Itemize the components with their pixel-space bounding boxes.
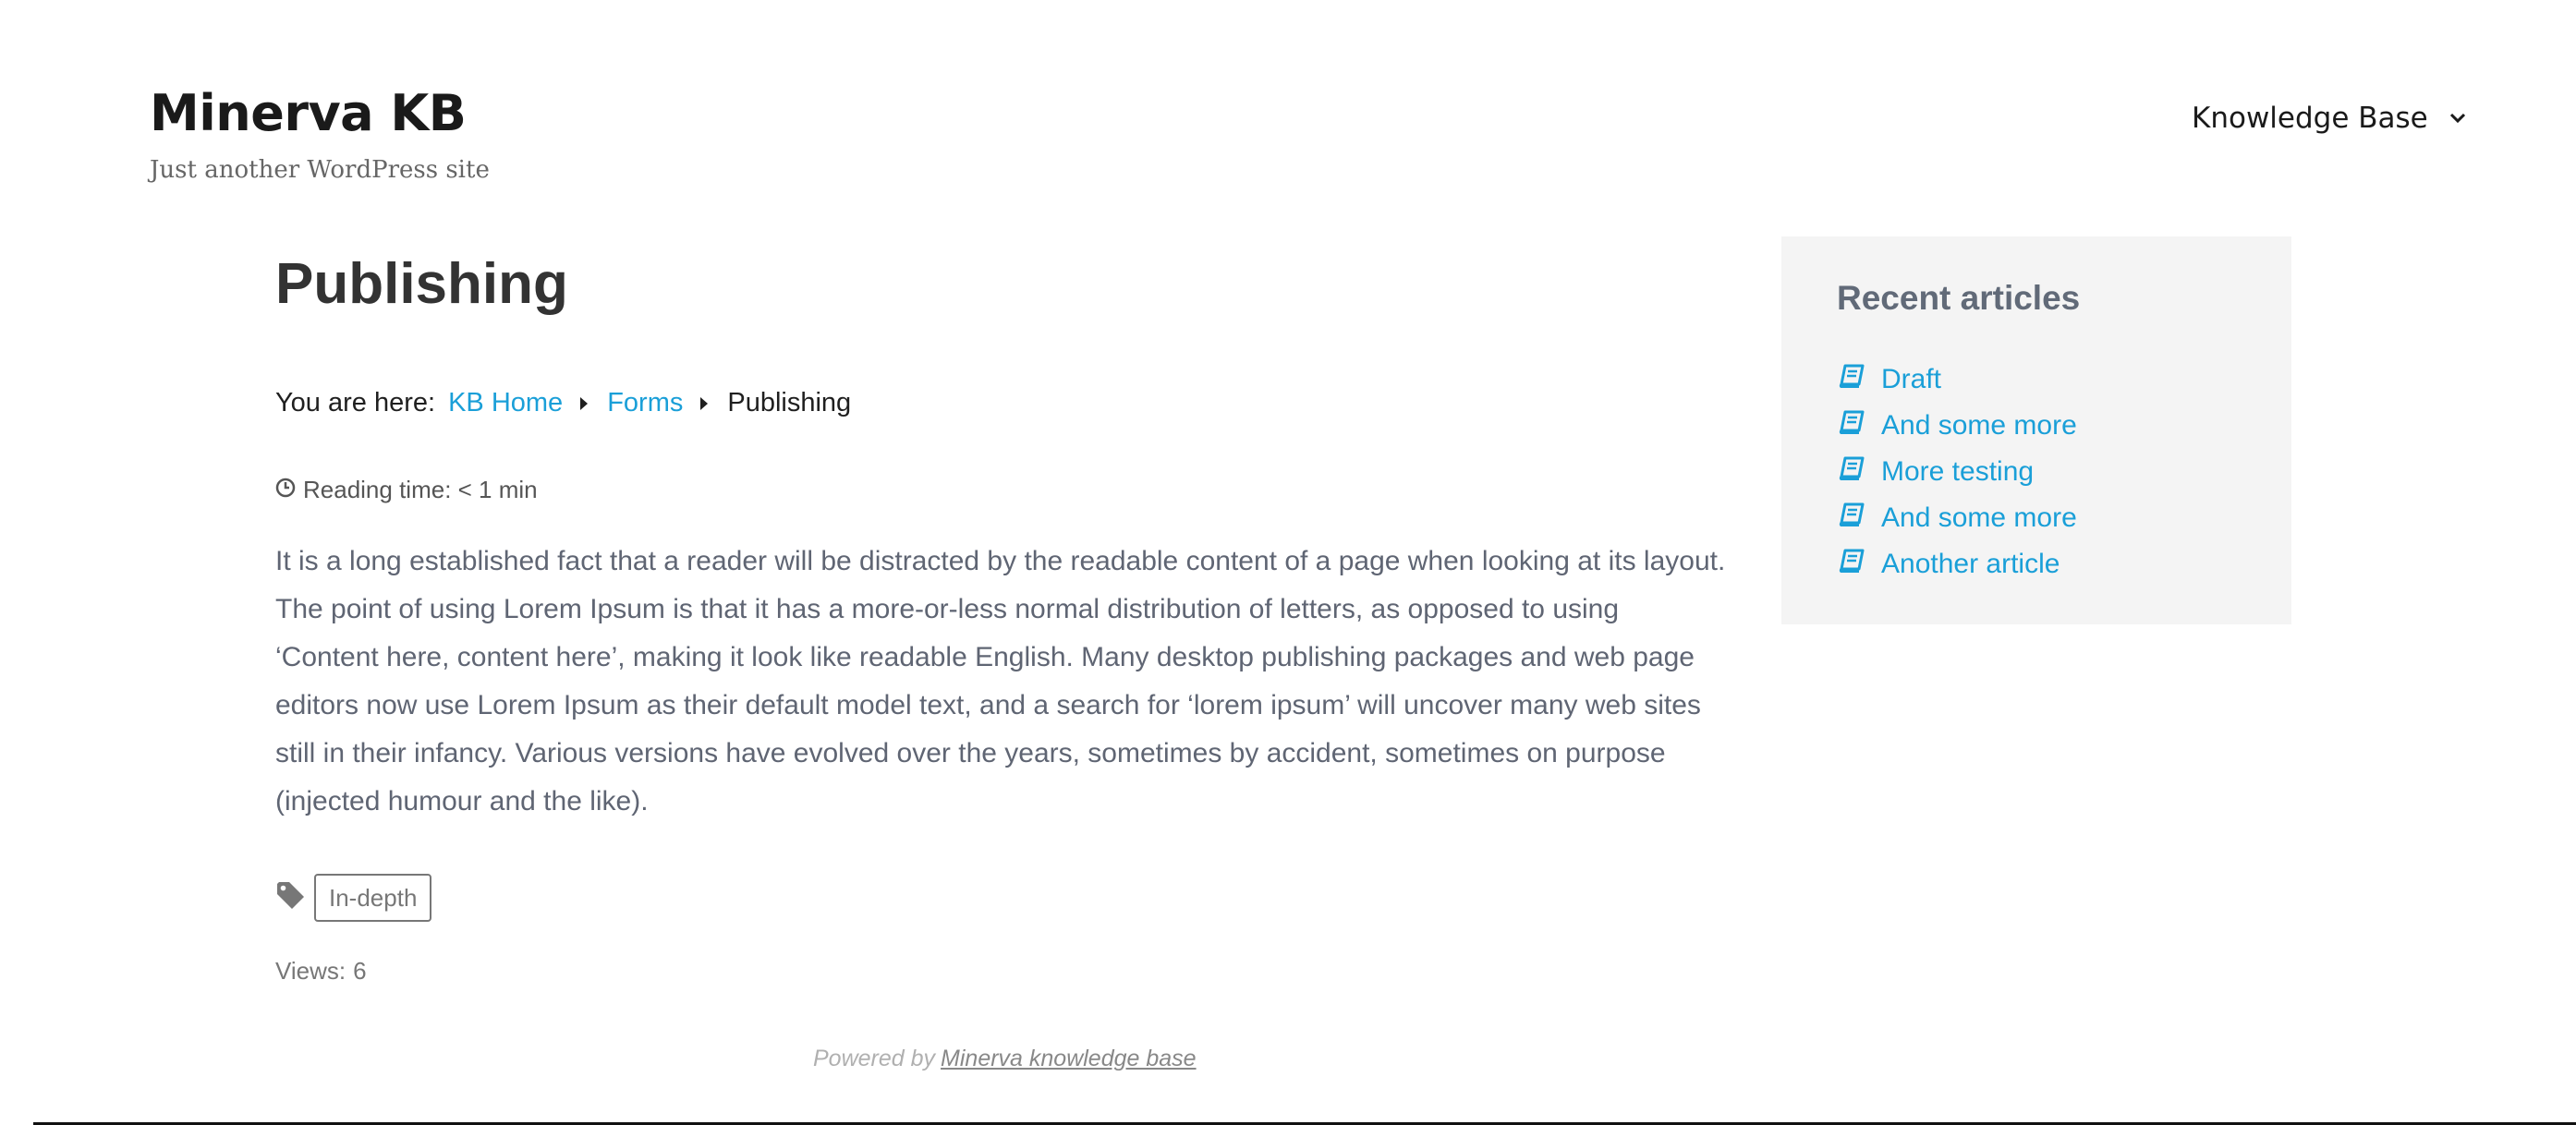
recent-article-item[interactable]: Another article [1839, 541, 2077, 587]
recent-article-item[interactable]: Draft [1839, 357, 2077, 403]
article-title: Publishing [275, 252, 568, 316]
views-count: 6 [353, 957, 367, 985]
breadcrumb-link-forms[interactable]: Forms [607, 382, 683, 423]
views-label: Views: [275, 957, 346, 985]
site-title[interactable]: Minerva KB [150, 81, 467, 146]
recent-article-link[interactable]: Draft [1881, 364, 1941, 395]
powered-by-text: Powered by [813, 1046, 936, 1071]
recent-article-link[interactable]: And some more [1881, 410, 2077, 442]
book-icon [1839, 410, 1865, 442]
book-icon [1839, 549, 1865, 580]
book-icon [1839, 456, 1865, 488]
recent-articles-widget: Recent articles Draft And some more More… [1781, 236, 2291, 624]
site-tagline: Just another WordPress site [150, 156, 490, 184]
breadcrumb: You are here: KB Home Forms Publishing [275, 382, 851, 423]
recent-articles-list: Draft And some more More testing And som… [1839, 357, 2077, 587]
reading-time-text: Reading time: < 1 min [303, 476, 538, 503]
breadcrumb-current: Publishing [727, 388, 852, 417]
recent-article-link[interactable]: More testing [1881, 456, 2034, 488]
chevron-down-icon [2448, 112, 2467, 125]
recent-article-link[interactable]: And some more [1881, 502, 2077, 534]
powered-by: Powered by Minerva knowledge base [813, 1044, 1197, 1073]
clock-icon [275, 473, 296, 506]
recent-article-item[interactable]: And some more [1839, 403, 2077, 449]
nav-menu-knowledge-base[interactable]: Knowledge Base [2192, 102, 2467, 135]
recent-article-item[interactable]: More testing [1839, 449, 2077, 495]
page: Minerva KB Just another WordPress site K… [0, 0, 2576, 1125]
reading-time: Reading time: < 1 min [275, 473, 538, 506]
tag-icon [275, 880, 307, 916]
book-icon [1839, 364, 1865, 395]
breadcrumb-link-kb-home[interactable]: KB Home [448, 382, 563, 423]
tags: In-depth [275, 874, 432, 922]
nav-menu-label: Knowledge Base [2192, 102, 2428, 135]
recent-articles-title: Recent articles [1837, 279, 2081, 317]
recent-article-link[interactable]: Another article [1881, 549, 2060, 580]
caret-right-icon [699, 382, 709, 423]
book-icon [1839, 502, 1865, 534]
recent-article-item[interactable]: And some more [1839, 495, 2077, 541]
caret-right-icon [579, 382, 589, 423]
breadcrumb-prefix: You are here: [275, 388, 436, 417]
tag-in-depth[interactable]: In-depth [314, 874, 432, 922]
powered-by-link[interactable]: Minerva knowledge base [941, 1046, 1197, 1071]
article-body: It is a long established fact that a rea… [275, 546, 1726, 817]
views-counter: Views: 6 [275, 955, 367, 986]
